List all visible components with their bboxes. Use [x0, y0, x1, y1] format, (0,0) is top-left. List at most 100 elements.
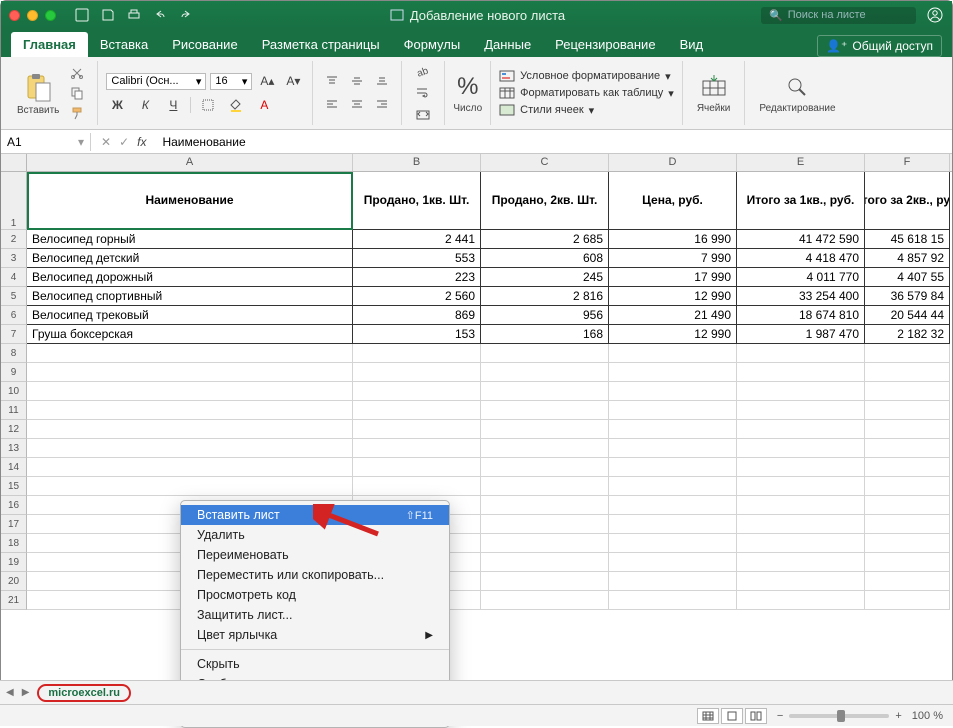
- cell[interactable]: [481, 458, 609, 477]
- cell[interactable]: 33 254 400: [737, 287, 865, 306]
- cell[interactable]: [737, 439, 865, 458]
- select-all-corner[interactable]: [1, 154, 27, 171]
- cell[interactable]: [481, 515, 609, 534]
- cell[interactable]: [865, 458, 950, 477]
- cell[interactable]: [609, 344, 737, 363]
- cell[interactable]: [737, 572, 865, 591]
- cell[interactable]: 608: [481, 249, 609, 268]
- cell[interactable]: 245: [481, 268, 609, 287]
- cell[interactable]: [737, 591, 865, 610]
- row-header[interactable]: 19: [1, 553, 27, 572]
- cell[interactable]: [353, 363, 481, 382]
- cell[interactable]: 21 490: [609, 306, 737, 325]
- cell[interactable]: 4 011 770: [737, 268, 865, 287]
- cell[interactable]: [865, 420, 950, 439]
- cell[interactable]: [481, 477, 609, 496]
- cell[interactable]: [353, 401, 481, 420]
- cell[interactable]: [737, 344, 865, 363]
- cell[interactable]: [27, 363, 353, 382]
- cell[interactable]: [481, 534, 609, 553]
- cell[interactable]: [27, 458, 353, 477]
- cell[interactable]: 2 685: [481, 230, 609, 249]
- cell[interactable]: [865, 515, 950, 534]
- row-header[interactable]: 1: [1, 172, 27, 230]
- row-header[interactable]: 18: [1, 534, 27, 553]
- align-bottom-button[interactable]: [371, 72, 393, 90]
- cell[interactable]: Груша боксерская: [27, 325, 353, 344]
- tab-insert[interactable]: Вставка: [88, 32, 160, 57]
- cell[interactable]: [27, 382, 353, 401]
- cell[interactable]: 41 472 590: [737, 230, 865, 249]
- cell[interactable]: 168: [481, 325, 609, 344]
- cell[interactable]: Велосипед дорожный: [27, 268, 353, 287]
- tab-view[interactable]: Вид: [668, 32, 716, 57]
- cell[interactable]: [865, 534, 950, 553]
- cell[interactable]: 2 816: [481, 287, 609, 306]
- cell[interactable]: [737, 534, 865, 553]
- cell[interactable]: 20 544 44: [865, 306, 950, 325]
- row-header[interactable]: 5: [1, 287, 27, 306]
- conditional-format-button[interactable]: Условное форматирование ▾: [499, 69, 674, 83]
- col-header[interactable]: F: [865, 154, 950, 171]
- cell[interactable]: [353, 458, 481, 477]
- cell[interactable]: [609, 553, 737, 572]
- cell[interactable]: [865, 553, 950, 572]
- cell[interactable]: [609, 420, 737, 439]
- search-input[interactable]: 🔍 Поиск на листе: [761, 7, 916, 24]
- tab-data[interactable]: Данные: [472, 32, 543, 57]
- cells-button[interactable]: Ячейки: [691, 73, 737, 114]
- cell[interactable]: [609, 401, 737, 420]
- col-header[interactable]: C: [481, 154, 609, 171]
- copy-button[interactable]: [67, 85, 87, 101]
- cell[interactable]: 223: [353, 268, 481, 287]
- cell[interactable]: [353, 477, 481, 496]
- autosave-icon[interactable]: [74, 7, 90, 23]
- zoom-slider[interactable]: − +: [777, 710, 902, 722]
- cell[interactable]: [609, 534, 737, 553]
- cell[interactable]: [737, 553, 865, 572]
- cell[interactable]: Итого за 2кв., руб.: [865, 172, 950, 230]
- cell[interactable]: [609, 363, 737, 382]
- cell[interactable]: 17 990: [609, 268, 737, 287]
- cell[interactable]: [865, 344, 950, 363]
- col-header[interactable]: A: [27, 154, 353, 171]
- cell[interactable]: [353, 344, 481, 363]
- cell[interactable]: [481, 439, 609, 458]
- close-window-button[interactable]: [9, 10, 20, 21]
- wrap-text-button[interactable]: [412, 84, 434, 102]
- cell[interactable]: [865, 439, 950, 458]
- cell[interactable]: 12 990: [609, 325, 737, 344]
- row-header[interactable]: 6: [1, 306, 27, 325]
- view-page-break-button[interactable]: [745, 708, 767, 724]
- cell[interactable]: [865, 496, 950, 515]
- cell[interactable]: [737, 477, 865, 496]
- cell[interactable]: 4 857 92: [865, 249, 950, 268]
- increase-font-button[interactable]: A▴: [256, 72, 278, 90]
- italic-button[interactable]: К: [134, 96, 156, 114]
- cell[interactable]: Велосипед горный: [27, 230, 353, 249]
- cell[interactable]: [481, 401, 609, 420]
- menu-rename[interactable]: Переименовать: [181, 545, 449, 565]
- print-icon[interactable]: [126, 7, 142, 23]
- cell[interactable]: [737, 496, 865, 515]
- save-icon[interactable]: [100, 7, 116, 23]
- font-name-select[interactable]: Calibri (Осн...▾: [106, 73, 206, 90]
- cell[interactable]: [609, 591, 737, 610]
- row-header[interactable]: 16: [1, 496, 27, 515]
- cell[interactable]: [481, 382, 609, 401]
- font-size-select[interactable]: 16▾: [210, 73, 252, 90]
- cell[interactable]: [353, 439, 481, 458]
- cell[interactable]: [481, 363, 609, 382]
- formula-input[interactable]: [156, 133, 952, 151]
- cell[interactable]: [481, 496, 609, 515]
- align-left-button[interactable]: [321, 95, 343, 113]
- menu-insert-sheet[interactable]: Вставить лист ⇧F11: [181, 505, 449, 525]
- cell[interactable]: [609, 382, 737, 401]
- cancel-icon[interactable]: ✕: [101, 135, 111, 149]
- decrease-font-button[interactable]: A▾: [282, 72, 304, 90]
- align-top-button[interactable]: [321, 72, 343, 90]
- zoom-out-icon[interactable]: −: [777, 710, 783, 722]
- cell[interactable]: 4 418 470: [737, 249, 865, 268]
- row-header[interactable]: 7: [1, 325, 27, 344]
- sheet-nav-prev[interactable]: ◀: [6, 687, 14, 698]
